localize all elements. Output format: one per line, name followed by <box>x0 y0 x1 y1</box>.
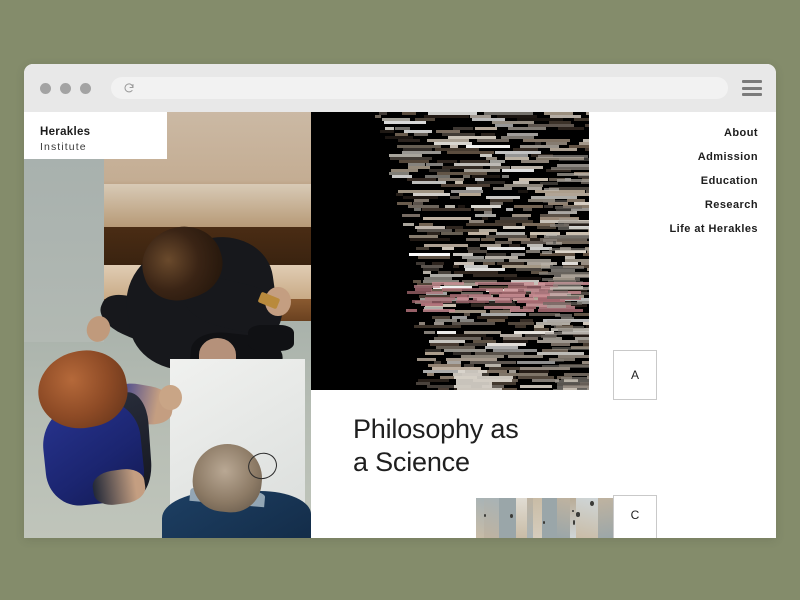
maximize-window-button[interactable] <box>80 82 91 94</box>
nav-column: About Admission Education Research Life … <box>589 112 776 538</box>
minimize-window-button[interactable] <box>60 82 71 94</box>
headline-line-1: Philosophy as <box>353 414 519 444</box>
browser-chrome <box>24 64 776 112</box>
main-navigation: About Admission Education Research Life … <box>589 112 776 235</box>
headline-line-2: a Science <box>353 446 470 477</box>
nav-item-life-at-herakles[interactable]: Life at Herakles <box>669 223 758 235</box>
reload-icon[interactable] <box>123 82 135 94</box>
nav-item-about[interactable]: About <box>724 127 758 139</box>
logo-subtitle: Institute <box>40 141 87 153</box>
stone-texture-thumbnail[interactable] <box>476 498 613 538</box>
nav-item-education[interactable]: Education <box>701 175 758 187</box>
letter-card-a[interactable]: A <box>613 350 657 400</box>
page-viewport: About Admission Education Research Life … <box>24 112 776 538</box>
page-title: Philosophy as a Science <box>353 413 519 479</box>
address-bar[interactable] <box>111 77 728 99</box>
close-window-button[interactable] <box>40 82 51 94</box>
hero-center-image <box>311 112 589 390</box>
site-logo[interactable]: Herakles Institute <box>24 112 167 159</box>
overhead-photo-people-at-table <box>24 112 311 538</box>
hamburger-menu-icon[interactable] <box>742 80 762 96</box>
letter-card-c[interactable]: C <box>613 495 657 538</box>
browser-window: About Admission Education Research Life … <box>24 64 776 538</box>
nav-item-research[interactable]: Research <box>705 199 758 211</box>
nav-item-admission[interactable]: Admission <box>698 151 758 163</box>
hero-left-image <box>24 112 311 538</box>
traffic-lights <box>40 82 91 94</box>
logo-title: Herakles <box>40 126 91 138</box>
